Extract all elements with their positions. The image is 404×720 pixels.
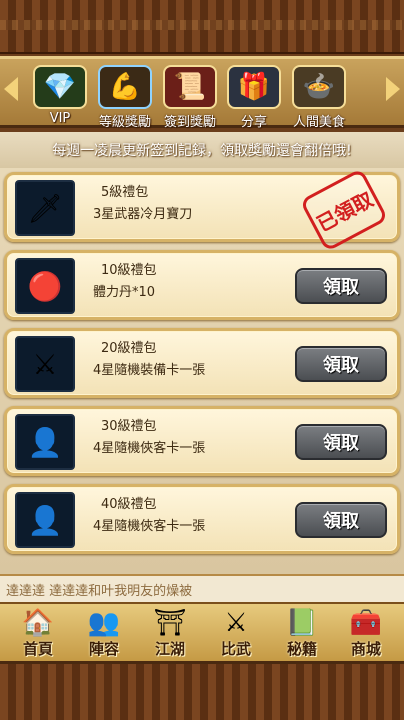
category-tab-bar: 💎 VIP 💪 等級獎勵 📜 簽到獎勵 🎁 分享 🍲 人間美食 (0, 56, 404, 130)
red-pill-icon: 🔴 (15, 258, 75, 314)
nav-shop[interactable]: 🧰 商城 (336, 608, 396, 662)
team-icon: 👥 (87, 608, 121, 638)
package-desc: 3星武器冷月寶刀 (93, 207, 193, 222)
package-title: 10級禮包 (101, 263, 157, 278)
reward-row-level30: 👤 30級禮包 4星隨機俠客卡一張 領取 (4, 406, 400, 476)
home-icon: 🏠 (21, 608, 55, 638)
tab-label: 簽到獎勵 (163, 115, 216, 130)
nav-label: 商城 (350, 640, 381, 658)
claim-button[interactable]: 領取 (295, 346, 387, 382)
gem-icon: 💎 (33, 65, 87, 109)
package-title: 30級禮包 (101, 419, 157, 434)
tab-label: 人間美食 (292, 115, 345, 130)
nav-manual[interactable]: 📗 秘籍 (272, 608, 332, 662)
nav-jianghu[interactable]: ⛩ 江湖 (140, 608, 200, 662)
muscle-arm-icon: 💪 (98, 65, 152, 109)
nav-label: 江湖 (154, 640, 185, 658)
duel-icon: ⚔ (224, 608, 248, 638)
tab-label: 分享 (240, 115, 267, 130)
tab-label: 等級獎勵 (98, 115, 151, 130)
tab-label: VIP (49, 111, 71, 126)
nav-label: 陣容 (88, 640, 119, 658)
scrolling-marquee: 達達達 達達達和叶我明友的燥被 (0, 574, 404, 602)
scroll-icon: 📜 (163, 65, 217, 109)
chest-icon: 🧰 (349, 608, 383, 638)
package-title: 20級禮包 (101, 341, 157, 356)
package-desc: 4星隨機俠客卡一張 (93, 441, 206, 456)
tab-vip[interactable]: 💎 VIP (30, 65, 90, 126)
hero-silhouette-icon: 👤 (15, 492, 75, 548)
scroll-right-arrow-icon[interactable] (386, 77, 400, 101)
reward-list[interactable]: 🗡 5級禮包 3星武器冷月寶刀 已領取 🔴 10級禮包 體力丹*10 領取 ⚔ … (0, 168, 404, 574)
treasure-gift-icon: 🎁 (227, 65, 281, 109)
reward-row-level10: 🔴 10級禮包 體力丹*10 領取 (4, 250, 400, 320)
tab-signin-reward[interactable]: 📜 簽到獎勵 (160, 65, 220, 130)
package-desc: 體力丹*10 (93, 285, 156, 300)
claim-button[interactable]: 領取 (295, 268, 387, 304)
sword-icon: ⚔ (15, 336, 75, 392)
reward-row-level20: ⚔ 20級禮包 4星隨機裝備卡一張 領取 (4, 328, 400, 398)
package-title: 40級禮包 (101, 497, 157, 512)
tab-share[interactable]: 🎁 分享 (224, 65, 284, 130)
nav-label: 秘籍 (286, 640, 317, 658)
claimed-stamp: 已領取 (299, 168, 389, 253)
reward-row-level5: 🗡 5級禮包 3星武器冷月寶刀 已領取 (4, 168, 400, 253)
package-title: 5級禮包 (101, 185, 149, 200)
top-decor-band (0, 0, 404, 54)
claim-button[interactable]: 領取 (295, 424, 387, 460)
scroll-left-arrow-icon[interactable] (4, 77, 18, 101)
package-desc: 4星隨機裝備卡一張 (93, 363, 206, 378)
nav-home[interactable]: 🏠 首頁 (8, 608, 68, 662)
food-bowl-icon: 🍲 (292, 65, 346, 109)
book-icon: 📗 (285, 608, 319, 638)
saber-icon: 🗡 (15, 180, 75, 236)
reward-row-level40: 👤 40級禮包 4星隨機俠客卡一張 領取 (4, 484, 400, 554)
nav-team[interactable]: 👥 陣容 (74, 608, 134, 662)
tab-food[interactable]: 🍲 人間美食 (289, 65, 349, 130)
package-desc: 4星隨機俠客卡一張 (93, 519, 206, 534)
claim-button[interactable]: 領取 (295, 502, 387, 538)
weekly-notice: 每週一凌晨更新签到記録，領取獎勵還會翻倍哦! (0, 132, 404, 168)
nav-label: 比武 (220, 640, 251, 658)
nav-label: 首頁 (22, 640, 53, 658)
bottom-decor-band (0, 664, 404, 720)
nav-duel[interactable]: ⚔ 比武 (206, 608, 266, 662)
bottom-nav: 🏠 首頁 👥 陣容 ⛩ 江湖 ⚔ 比武 📗 秘籍 🧰 商城 (0, 602, 404, 664)
tab-level-reward[interactable]: 💪 等級獎勵 (95, 65, 155, 130)
hero-silhouette-icon: 👤 (15, 414, 75, 470)
jianghu-icon: ⛩ (153, 608, 187, 638)
